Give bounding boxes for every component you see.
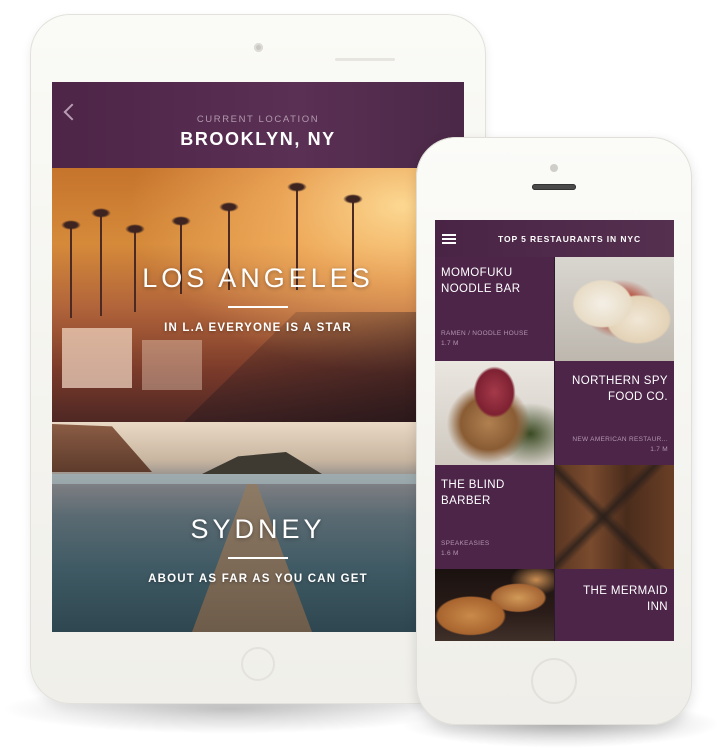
tablet-home-button[interactable] (241, 647, 275, 681)
phone-camera (550, 164, 558, 172)
location-header: CURRENT LOCATION BROOKLYN, NY (52, 82, 464, 168)
cliff-image (52, 424, 152, 472)
city-name: LOS ANGELES (142, 263, 374, 293)
phone-home-button[interactable] (531, 658, 577, 704)
tablet-camera (254, 43, 263, 52)
restaurant-meta: NEW AMERICAN RESTAUR... 1.7 M (572, 436, 668, 453)
city-tagline: ABOUT AS FAR AS YOU CAN GET (148, 573, 368, 585)
city-card-sydney[interactable]: SYDNEY ABOUT AS FAR AS YOU CAN GET (52, 422, 464, 632)
restaurant-meta: SPEAKEASIES 1.6 M (441, 540, 490, 557)
food-photo-sliders (435, 569, 554, 641)
food-photo-scissors (555, 465, 674, 569)
restaurant-name: NORTHERN SPY FOOD CO. (572, 375, 668, 403)
city-divider (228, 557, 288, 559)
headland-image (202, 452, 322, 474)
city-tagline: IN L.A EVERYONE IS A STAR (164, 322, 352, 334)
city-divider (228, 306, 288, 308)
restaurant-tile-blind-barber[interactable]: THE BLIND BARBER SPEAKEASIES 1.6 M (435, 465, 554, 569)
restaurant-name: THE MERMAID INN (583, 585, 668, 613)
tablet-sensor (335, 58, 395, 61)
location-subtitle: CURRENT LOCATION (196, 114, 320, 125)
restaurants-title: TOP 5 RESTAURANTS IN NYC (498, 234, 641, 244)
ocean-pool-image (52, 474, 464, 484)
food-photo-lamb (435, 361, 554, 465)
phone-screen: TOP 5 RESTAURANTS IN NYC MOMOFUKU NOODLE… (435, 220, 674, 641)
restaurants-header: TOP 5 RESTAURANTS IN NYC (435, 220, 674, 257)
phone-speaker (532, 184, 576, 190)
food-photo-buns (555, 257, 674, 361)
tablet-screen: CURRENT LOCATION BROOKLYN, NY LOS ANGELE… (52, 82, 464, 632)
restaurant-name: THE BLIND BARBER (441, 479, 505, 507)
restaurant-tile-momofuku[interactable]: MOMOFUKU NOODLE BAR RAMEN / NOODLE HOUSE… (435, 257, 554, 361)
house-image (62, 328, 132, 388)
city-card-los-angeles[interactable]: LOS ANGELES IN L.A EVERYONE IS A STAR (52, 168, 464, 422)
restaurant-tile-northern-spy[interactable]: NORTHERN SPY FOOD CO. NEW AMERICAN RESTA… (555, 361, 674, 465)
phone-device: TOP 5 RESTAURANTS IN NYC MOMOFUKU NOODLE… (416, 137, 692, 725)
hamburger-menu-icon[interactable] (442, 234, 456, 245)
location-title: BROOKLYN, NY (180, 129, 336, 149)
city-name: SYDNEY (190, 514, 326, 544)
restaurant-meta: RAMEN / NOODLE HOUSE 1.7 M (441, 330, 529, 347)
restaurant-name: MOMOFUKU NOODLE BAR (441, 267, 521, 295)
house-image (142, 340, 202, 390)
restaurant-tile-mermaid-inn[interactable]: THE MERMAID INN (555, 569, 674, 641)
